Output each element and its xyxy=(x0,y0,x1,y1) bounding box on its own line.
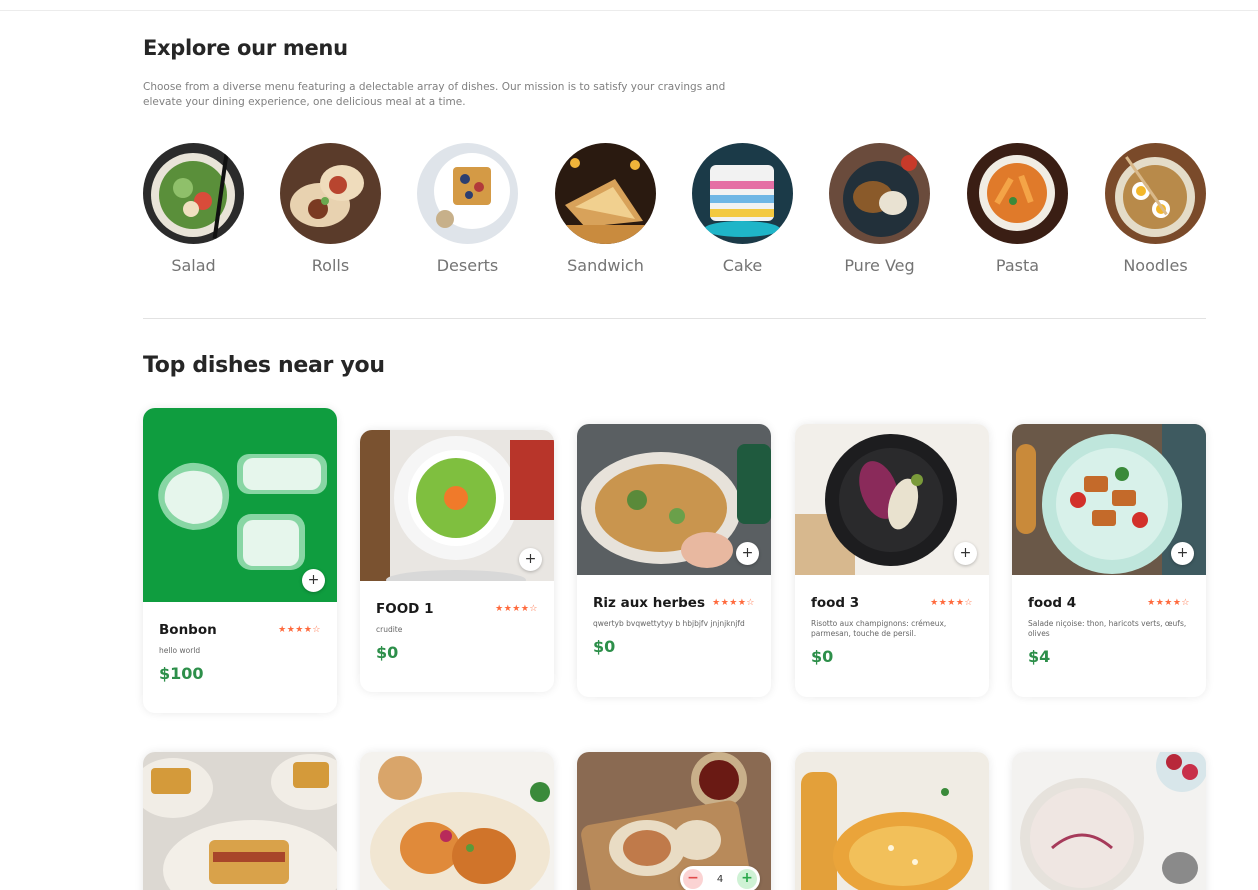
food-card-burrito[interactable]: − 4 + xyxy=(577,752,771,890)
food-name: food 3 xyxy=(811,595,860,611)
pasta-image xyxy=(967,143,1068,244)
food-card-lasagna[interactable]: + xyxy=(143,752,337,890)
food-image: + xyxy=(795,752,989,890)
quantity-counter: − 4 + xyxy=(680,866,760,890)
food-image: + xyxy=(143,408,337,602)
add-to-cart-button[interactable]: + xyxy=(519,548,542,571)
food-price: $0 xyxy=(376,643,399,662)
food-info: FOOD 1 ★★★★☆ crudite $0 xyxy=(360,581,554,674)
food-info: Riz aux herbes ★★★★☆ qwertyb bvqwettytyy… xyxy=(577,575,771,668)
food-card-food-4[interactable]: + food 4 ★★★★☆ Salade niçoise: thon, har… xyxy=(1012,424,1206,697)
food-card-bonbon[interactable]: + Bonbon ★★★★☆ hello world $100 xyxy=(143,408,337,713)
food-info: food 3 ★★★★☆ Risotto aux champignons: cr… xyxy=(795,575,989,678)
category-label: Sandwich xyxy=(567,256,644,275)
pure-veg-image xyxy=(829,143,930,244)
add-to-cart-button[interactable]: + xyxy=(302,569,325,592)
deserts-image xyxy=(417,143,518,244)
cake-image xyxy=(692,143,793,244)
decrease-quantity-button[interactable]: − xyxy=(683,869,703,889)
add-to-cart-button[interactable]: + xyxy=(736,542,759,565)
category-sandwich[interactable]: Sandwich xyxy=(555,143,656,275)
food-card-yogurt[interactable]: + xyxy=(1012,752,1206,890)
add-to-cart-button[interactable]: + xyxy=(954,542,977,565)
food-description: hello world xyxy=(159,646,201,655)
food-card-wrap[interactable]: + xyxy=(360,752,554,890)
food-name: Riz aux herbes xyxy=(593,595,705,611)
food-card-riz-aux-herbes[interactable]: + Riz aux herbes ★★★★☆ qwertyb bvqwettyt… xyxy=(577,424,771,697)
explore-menu-title: Explore our menu xyxy=(143,36,348,60)
food-card-food-1[interactable]: + FOOD 1 ★★★★☆ crudite $0 xyxy=(360,430,554,692)
category-label: Salad xyxy=(171,256,216,275)
salad-image xyxy=(143,143,244,244)
food-image: + xyxy=(1012,752,1206,890)
rating-stars-icon: ★★★★☆ xyxy=(495,604,538,614)
rating-stars-icon: ★★★★☆ xyxy=(930,598,973,608)
category-label: Deserts xyxy=(436,256,499,275)
food-description: Risotto aux champignons: crémeux, parmes… xyxy=(811,619,947,638)
food-card-food-3[interactable]: + food 3 ★★★★☆ Risotto aux champignons: … xyxy=(795,424,989,697)
category-label: Cake xyxy=(722,256,763,275)
rating-stars-icon: ★★★★☆ xyxy=(1147,598,1190,608)
quantity-value: 4 xyxy=(716,873,724,885)
food-price: $0 xyxy=(593,637,616,656)
category-label: Pure Veg xyxy=(844,256,915,275)
food-image: − 4 + xyxy=(577,752,771,890)
food-image: + xyxy=(795,424,989,575)
yogurt-bowl-image xyxy=(1012,752,1206,890)
increase-quantity-button[interactable]: + xyxy=(737,869,757,889)
sandwich-image xyxy=(555,143,656,244)
chicken-wrap-image xyxy=(360,752,554,890)
category-cake[interactable]: Cake xyxy=(692,143,793,275)
food-image: + xyxy=(360,752,554,890)
rating-stars-icon: ★★★★☆ xyxy=(712,598,755,608)
food-image: + xyxy=(1012,424,1206,575)
food-image: + xyxy=(143,752,337,890)
section-divider xyxy=(143,318,1206,319)
food-description: Salade niçoise: thon, haricots verts, œu… xyxy=(1028,619,1187,638)
food-info: Bonbon ★★★★☆ hello world $100 xyxy=(143,602,337,695)
food-description: crudite xyxy=(376,625,403,634)
food-image: + xyxy=(360,430,554,581)
food-price: $100 xyxy=(159,664,204,683)
category-salad[interactable]: Salad xyxy=(143,143,244,275)
food-card-pastry[interactable]: + xyxy=(795,752,989,890)
top-dishes-title: Top dishes near you xyxy=(143,353,385,378)
category-label: Rolls xyxy=(311,256,350,275)
food-name: Bonbon xyxy=(159,622,217,638)
category-list: Salad Rolls Deserts Sandwich Cake Pure V… xyxy=(143,143,1206,283)
food-price: $4 xyxy=(1028,647,1051,666)
category-label: Noodles xyxy=(1123,256,1188,275)
add-to-cart-button[interactable]: + xyxy=(1171,542,1194,565)
food-image: + xyxy=(577,424,771,575)
noodles-image xyxy=(1105,143,1206,244)
top-divider xyxy=(0,10,1258,11)
food-name: food 4 xyxy=(1028,595,1077,611)
food-description: qwertyb bvqwettytyy b hbjbjfv jnjnjknjfd xyxy=(593,619,745,628)
category-pasta[interactable]: Pasta xyxy=(967,143,1068,275)
category-noodles[interactable]: Noodles xyxy=(1105,143,1206,275)
category-rolls[interactable]: Rolls xyxy=(280,143,381,275)
rating-stars-icon: ★★★★☆ xyxy=(278,625,321,635)
food-price: $0 xyxy=(811,647,834,666)
category-deserts[interactable]: Deserts xyxy=(417,143,518,275)
explore-menu-description: Choose from a diverse menu featuring a d… xyxy=(143,81,726,108)
food-name: FOOD 1 xyxy=(376,601,434,617)
food-info: food 4 ★★★★☆ Salade niçoise: thon, haric… xyxy=(1012,575,1206,678)
category-label: Pasta xyxy=(995,256,1040,275)
pastry-roll-image xyxy=(795,752,989,890)
rolls-image xyxy=(280,143,381,244)
category-pure-veg[interactable]: Pure Veg xyxy=(829,143,930,275)
lasagna-plate-image xyxy=(143,752,337,890)
